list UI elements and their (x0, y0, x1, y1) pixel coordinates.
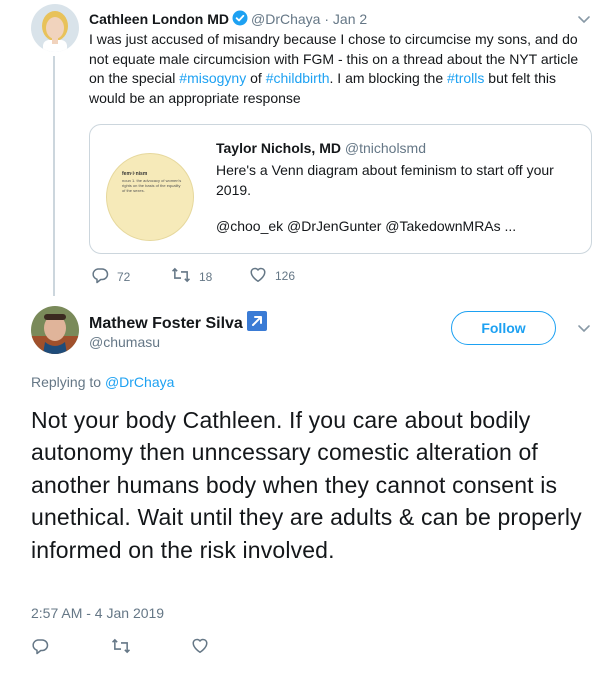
main-action-bar (31, 637, 281, 659)
reply-button[interactable]: 72 (91, 266, 130, 287)
heart-icon (249, 266, 267, 286)
main-author-handle[interactable]: @chumasu (89, 334, 160, 350)
main-author-avatar[interactable] (31, 306, 79, 354)
main-tweet-timestamp[interactable]: 2:57 AM - 4 Jan 2019 (31, 605, 164, 621)
thread-connector-line (53, 56, 55, 296)
chevron-down-icon[interactable] (577, 321, 591, 339)
parent-action-bar: 72 18 126 (89, 266, 389, 286)
parent-author-name[interactable]: Cathleen London MD (89, 11, 229, 27)
arrow-up-right-icon (246, 311, 267, 336)
like-count: 126 (275, 269, 296, 283)
quoted-tweet-header: Taylor Nichols, MD @tnicholsmd (216, 140, 426, 156)
main-author-name[interactable]: Mathew Foster Silva (89, 315, 243, 332)
retweet-count: 18 (199, 269, 213, 284)
quoted-author-handle: @tnicholsmd (344, 140, 427, 156)
quoted-tweet-mentions: @choo_ek @DrJenGunter @TakedownMRAs ... (216, 218, 517, 234)
heart-icon (191, 637, 209, 657)
main-author-name-row: Mathew Foster Silva (89, 311, 267, 336)
quoted-tweet-image: fem·i·nism noun 1. the advocacy of women… (106, 153, 194, 241)
hashtag-link[interactable]: #trolls (447, 70, 484, 86)
like-button[interactable]: 126 (249, 266, 295, 286)
main-tweet-text: Not your body Cathleen. If you care abou… (31, 407, 582, 563)
tweet-text-segment: of (246, 70, 266, 86)
replying-prefix: Replying to (31, 374, 102, 390)
retweet-button[interactable] (111, 637, 131, 658)
follow-button[interactable]: Follow (451, 311, 556, 345)
separator-dot: · (324, 11, 330, 27)
parent-tweet-text: I was just accused of misandry because I… (89, 30, 594, 108)
hashtag-link[interactable]: #misogyny (179, 70, 246, 86)
retweet-button[interactable]: 18 (171, 266, 212, 287)
quoted-tweet-card[interactable]: fem·i·nism noun 1. the advocacy of women… (89, 124, 592, 254)
reply-button[interactable] (31, 637, 49, 658)
parent-tweet-time[interactable]: Jan 2 (333, 11, 367, 27)
reply-count: 72 (117, 269, 131, 284)
parent-author-handle[interactable]: @DrChaya (251, 11, 320, 27)
image-text: noun 1. the advocacy of women's rights o… (122, 178, 182, 193)
parent-tweet-header: Cathleen London MD @DrChaya · Jan 2 (89, 10, 367, 30)
retweet-icon (171, 266, 191, 287)
parent-author-avatar[interactable] (31, 4, 79, 52)
quoted-author-name: Taylor Nichols, MD (216, 140, 341, 156)
retweet-icon (111, 637, 131, 658)
replying-to-line: Replying to @DrChaya (31, 374, 174, 390)
verified-badge-icon (232, 10, 248, 30)
image-title: fem·i·nism (122, 171, 148, 177)
tweet-text-segment: . I am blocking the (329, 70, 448, 86)
reply-icon (31, 637, 49, 658)
chevron-down-icon[interactable] (577, 12, 591, 30)
quoted-tweet-text: Here's a Venn diagram about feminism to … (216, 162, 554, 198)
hashtag-link[interactable]: #childbirth (266, 70, 330, 86)
replying-to-link[interactable]: @DrChaya (105, 374, 174, 390)
like-button[interactable] (191, 637, 209, 657)
reply-icon (91, 266, 109, 287)
